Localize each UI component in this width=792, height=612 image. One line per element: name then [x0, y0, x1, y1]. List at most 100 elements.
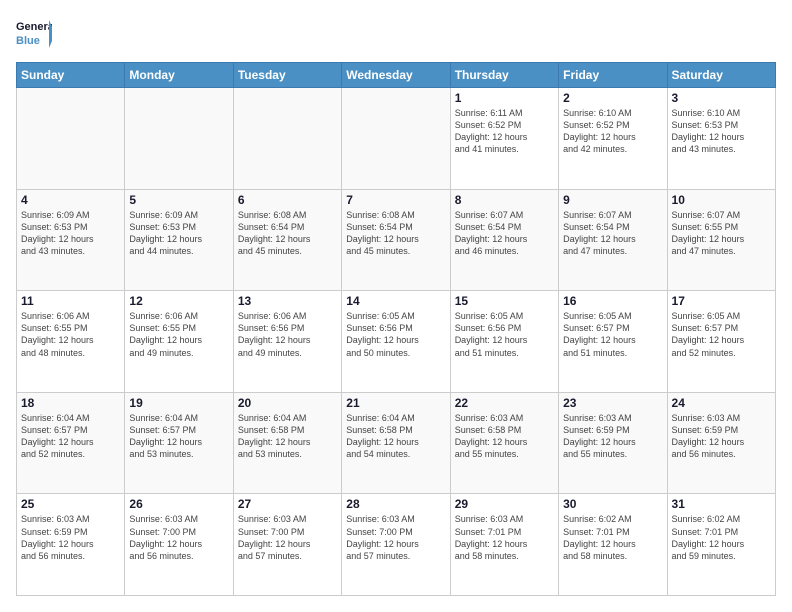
calendar-cell-empty: [17, 88, 125, 190]
calendar-weekday-saturday: Saturday: [667, 63, 775, 88]
calendar-week-4: 18 Sunrise: 6:04 AM Sunset: 6:57 PM Dayli…: [17, 392, 776, 494]
day-number: 7: [346, 193, 445, 207]
day-info: Sunrise: 6:08 AM Sunset: 6:54 PM Dayligh…: [346, 209, 445, 258]
day-number: 10: [672, 193, 771, 207]
day-number: 8: [455, 193, 554, 207]
day-number: 14: [346, 294, 445, 308]
day-info: Sunrise: 6:02 AM Sunset: 7:01 PM Dayligh…: [672, 513, 771, 562]
calendar-cell-17: 17 Sunrise: 6:05 AM Sunset: 6:57 PM Dayli…: [667, 291, 775, 393]
day-number: 17: [672, 294, 771, 308]
day-number: 1: [455, 91, 554, 105]
day-number: 24: [672, 396, 771, 410]
day-info: Sunrise: 6:05 AM Sunset: 6:56 PM Dayligh…: [455, 310, 554, 359]
calendar-weekday-sunday: Sunday: [17, 63, 125, 88]
calendar-weekday-thursday: Thursday: [450, 63, 558, 88]
day-info: Sunrise: 6:03 AM Sunset: 7:00 PM Dayligh…: [238, 513, 337, 562]
calendar-cell-4: 4 Sunrise: 6:09 AM Sunset: 6:53 PM Daylig…: [17, 189, 125, 291]
day-number: 16: [563, 294, 662, 308]
calendar-cell-5: 5 Sunrise: 6:09 AM Sunset: 6:53 PM Daylig…: [125, 189, 233, 291]
calendar-cell-2: 2 Sunrise: 6:10 AM Sunset: 6:52 PM Daylig…: [559, 88, 667, 190]
logo-svg: General Blue: [16, 16, 52, 52]
calendar-cell-empty: [125, 88, 233, 190]
calendar-week-3: 11 Sunrise: 6:06 AM Sunset: 6:55 PM Dayli…: [17, 291, 776, 393]
calendar-cell-15: 15 Sunrise: 6:05 AM Sunset: 6:56 PM Dayli…: [450, 291, 558, 393]
day-number: 26: [129, 497, 228, 511]
calendar-cell-1: 1 Sunrise: 6:11 AM Sunset: 6:52 PM Daylig…: [450, 88, 558, 190]
day-number: 15: [455, 294, 554, 308]
day-number: 30: [563, 497, 662, 511]
day-info: Sunrise: 6:06 AM Sunset: 6:55 PM Dayligh…: [129, 310, 228, 359]
day-info: Sunrise: 6:11 AM Sunset: 6:52 PM Dayligh…: [455, 107, 554, 156]
header: General Blue: [16, 16, 776, 52]
calendar-cell-25: 25 Sunrise: 6:03 AM Sunset: 6:59 PM Dayli…: [17, 494, 125, 596]
calendar-cell-3: 3Sunrise: 6:10 AM Sunset: 6:53 PM Daylig…: [667, 88, 775, 190]
calendar-cell-27: 27Sunrise: 6:03 AM Sunset: 7:00 PM Dayli…: [233, 494, 341, 596]
calendar-cell-8: 8 Sunrise: 6:07 AM Sunset: 6:54 PM Daylig…: [450, 189, 558, 291]
day-number: 5: [129, 193, 228, 207]
day-number: 21: [346, 396, 445, 410]
calendar-cell-31: 31 Sunrise: 6:02 AM Sunset: 7:01 PM Dayli…: [667, 494, 775, 596]
logo: General Blue: [16, 16, 52, 52]
day-info: Sunrise: 6:03 AM Sunset: 6:59 PM Dayligh…: [563, 412, 662, 461]
day-info: Sunrise: 6:03 AM Sunset: 6:59 PM Dayligh…: [21, 513, 120, 562]
day-info: Sunrise: 6:04 AM Sunset: 6:57 PM Dayligh…: [21, 412, 120, 461]
calendar-cell-empty: [342, 88, 450, 190]
calendar-cell-20: 20 Sunrise: 6:04 AM Sunset: 6:58 PM Dayli…: [233, 392, 341, 494]
day-info: Sunrise: 6:03 AM Sunset: 7:01 PM Dayligh…: [455, 513, 554, 562]
calendar-cell-28: 28 Sunrise: 6:03 AM Sunset: 7:00 PM Dayli…: [342, 494, 450, 596]
day-info: Sunrise: 6:04 AM Sunset: 6:57 PM Dayligh…: [129, 412, 228, 461]
day-number: 29: [455, 497, 554, 511]
calendar-cell-12: 12 Sunrise: 6:06 AM Sunset: 6:55 PM Dayli…: [125, 291, 233, 393]
day-info: Sunrise: 6:02 AM Sunset: 7:01 PM Dayligh…: [563, 513, 662, 562]
day-info: Sunrise: 6:09 AM Sunset: 6:53 PM Dayligh…: [129, 209, 228, 258]
calendar-cell-7: 7 Sunrise: 6:08 AM Sunset: 6:54 PM Daylig…: [342, 189, 450, 291]
day-number: 18: [21, 396, 120, 410]
day-number: 2: [563, 91, 662, 105]
calendar-cell-22: 22 Sunrise: 6:03 AM Sunset: 6:58 PM Dayli…: [450, 392, 558, 494]
calendar-cell-empty: [233, 88, 341, 190]
calendar-cell-29: 29 Sunrise: 6:03 AM Sunset: 7:01 PM Dayli…: [450, 494, 558, 596]
calendar-header-row: SundayMondayTuesdayWednesdayThursdayFrid…: [17, 63, 776, 88]
day-info: Sunrise: 6:03 AM Sunset: 6:59 PM Dayligh…: [672, 412, 771, 461]
calendar-cell-19: 19 Sunrise: 6:04 AM Sunset: 6:57 PM Dayli…: [125, 392, 233, 494]
day-number: 11: [21, 294, 120, 308]
day-number: 3: [672, 91, 771, 105]
calendar-cell-9: 9Sunrise: 6:07 AM Sunset: 6:54 PM Daylig…: [559, 189, 667, 291]
calendar-weekday-tuesday: Tuesday: [233, 63, 341, 88]
day-info: Sunrise: 6:08 AM Sunset: 6:54 PM Dayligh…: [238, 209, 337, 258]
day-number: 12: [129, 294, 228, 308]
calendar-weekday-friday: Friday: [559, 63, 667, 88]
svg-text:General: General: [16, 21, 52, 33]
calendar-week-1: 1 Sunrise: 6:11 AM Sunset: 6:52 PM Daylig…: [17, 88, 776, 190]
calendar-cell-16: 16Sunrise: 6:05 AM Sunset: 6:57 PM Dayli…: [559, 291, 667, 393]
day-number: 4: [21, 193, 120, 207]
calendar-week-2: 4 Sunrise: 6:09 AM Sunset: 6:53 PM Daylig…: [17, 189, 776, 291]
calendar-cell-23: 23Sunrise: 6:03 AM Sunset: 6:59 PM Dayli…: [559, 392, 667, 494]
day-number: 31: [672, 497, 771, 511]
calendar-weekday-wednesday: Wednesday: [342, 63, 450, 88]
day-number: 20: [238, 396, 337, 410]
calendar-cell-18: 18 Sunrise: 6:04 AM Sunset: 6:57 PM Dayli…: [17, 392, 125, 494]
day-number: 25: [21, 497, 120, 511]
day-info: Sunrise: 6:05 AM Sunset: 6:57 PM Dayligh…: [672, 310, 771, 359]
day-info: Sunrise: 6:07 AM Sunset: 6:54 PM Dayligh…: [455, 209, 554, 258]
calendar-cell-24: 24 Sunrise: 6:03 AM Sunset: 6:59 PM Dayli…: [667, 392, 775, 494]
day-info: Sunrise: 6:09 AM Sunset: 6:53 PM Dayligh…: [21, 209, 120, 258]
day-info: Sunrise: 6:04 AM Sunset: 6:58 PM Dayligh…: [238, 412, 337, 461]
calendar-week-5: 25 Sunrise: 6:03 AM Sunset: 6:59 PM Dayli…: [17, 494, 776, 596]
day-info: Sunrise: 6:07 AM Sunset: 6:55 PM Dayligh…: [672, 209, 771, 258]
day-number: 13: [238, 294, 337, 308]
day-number: 19: [129, 396, 228, 410]
day-info: Sunrise: 6:03 AM Sunset: 7:00 PM Dayligh…: [346, 513, 445, 562]
calendar-cell-26: 26Sunrise: 6:03 AM Sunset: 7:00 PM Dayli…: [125, 494, 233, 596]
day-number: 28: [346, 497, 445, 511]
day-info: Sunrise: 6:06 AM Sunset: 6:56 PM Dayligh…: [238, 310, 337, 359]
day-info: Sunrise: 6:10 AM Sunset: 6:52 PM Dayligh…: [563, 107, 662, 156]
calendar-cell-11: 11Sunrise: 6:06 AM Sunset: 6:55 PM Dayli…: [17, 291, 125, 393]
svg-text:Blue: Blue: [16, 35, 40, 47]
day-info: Sunrise: 6:03 AM Sunset: 6:58 PM Dayligh…: [455, 412, 554, 461]
day-number: 22: [455, 396, 554, 410]
calendar-cell-30: 30 Sunrise: 6:02 AM Sunset: 7:01 PM Dayli…: [559, 494, 667, 596]
calendar-cell-21: 21Sunrise: 6:04 AM Sunset: 6:58 PM Dayli…: [342, 392, 450, 494]
calendar-table: SundayMondayTuesdayWednesdayThursdayFrid…: [16, 62, 776, 596]
